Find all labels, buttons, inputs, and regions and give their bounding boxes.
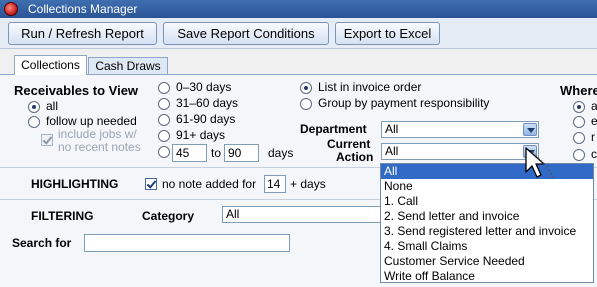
age-range-to-label: to xyxy=(211,146,222,160)
save-report-conditions-button[interactable]: Save Report Conditions xyxy=(163,22,329,45)
search-label: Search for xyxy=(12,236,72,250)
dropdown-option[interactable]: 4. Small Claims xyxy=(381,239,593,254)
current-action-label-line2: Action xyxy=(336,150,374,164)
current-action-select[interactable]: All xyxy=(381,143,539,160)
where-option-c-radio[interactable] xyxy=(573,149,585,161)
age-range-from-input[interactable]: 45 xyxy=(172,144,207,162)
current-action-value: All xyxy=(385,144,399,158)
receivables-all-label: all xyxy=(46,99,59,113)
where-option-e-label: e xyxy=(591,114,597,128)
department-select[interactable]: All xyxy=(381,121,539,138)
receivables-heading: Receivables to View xyxy=(14,83,139,98)
no-note-label: no note added for xyxy=(162,177,257,191)
include-jobs-label-line2: no recent notes xyxy=(58,140,141,154)
list-invoice-order-radio[interactable] xyxy=(300,82,312,94)
age-61-90-radio[interactable] xyxy=(158,114,170,126)
group-payment-label: Group by payment responsibility xyxy=(318,96,490,110)
where-heading: Where xyxy=(560,83,597,98)
export-to-excel-button[interactable]: Export to Excel xyxy=(335,22,440,45)
department-label: Department xyxy=(300,122,367,136)
highlighting-heading: HIGHLIGHTING xyxy=(31,177,119,191)
include-jobs-label-line1: include jobs w/ xyxy=(58,127,137,141)
age-range-radio[interactable] xyxy=(158,146,170,158)
no-note-days-label: + days xyxy=(290,177,326,191)
age-61-90-label: 61-90 days xyxy=(176,112,236,126)
where-option-c-label: c xyxy=(591,147,597,161)
where-option-a-radio[interactable] xyxy=(573,101,585,113)
window-title: Collections Manager xyxy=(28,2,138,16)
where-option-r-label: r xyxy=(591,130,595,144)
age-31-60-label: 31–60 days xyxy=(176,96,239,110)
filtering-heading: FILTERING xyxy=(31,209,94,223)
dropdown-option[interactable]: Write off Balance xyxy=(381,269,593,284)
category-select[interactable]: All xyxy=(222,206,384,223)
age-91-plus-radio[interactable] xyxy=(158,130,170,142)
age-91-plus-label: 91+ days xyxy=(176,128,226,142)
dropdown-option[interactable]: None xyxy=(381,179,593,194)
age-0-30-radio[interactable] xyxy=(158,82,170,94)
category-value: All xyxy=(226,207,240,221)
where-option-r-radio[interactable] xyxy=(573,132,585,144)
tab-strip: Collections Cash Draws xyxy=(0,50,597,76)
search-input[interactable] xyxy=(84,234,290,252)
age-range-days-label: days xyxy=(268,146,294,160)
no-note-days-input[interactable]: 14 xyxy=(264,175,286,193)
include-jobs-checkbox[interactable] xyxy=(41,134,53,146)
age-0-30-label: 0–30 days xyxy=(176,80,232,94)
chevron-down-icon[interactable] xyxy=(523,123,537,136)
category-label: Category xyxy=(142,209,195,223)
mouse-cursor-icon xyxy=(525,147,555,179)
dropdown-option[interactable]: 1. Call xyxy=(381,194,593,209)
department-value: All xyxy=(385,122,399,136)
receivables-follow-up-label: follow up needed xyxy=(46,114,137,128)
current-action-dropdown-list: All None 1. Call 2. Send letter and invo… xyxy=(380,163,594,283)
list-invoice-order-label: List in invoice order xyxy=(318,80,422,94)
where-option-e-radio[interactable] xyxy=(573,116,585,128)
run-refresh-button[interactable]: Run / Refresh Report xyxy=(8,22,157,45)
dropdown-option[interactable]: Customer Service Needed xyxy=(381,254,593,269)
where-option-a-label: a xyxy=(591,99,597,113)
tab-cash-draws[interactable]: Cash Draws xyxy=(88,57,168,75)
dropdown-option[interactable]: 2. Send letter and invoice xyxy=(381,209,593,224)
group-payment-radio[interactable] xyxy=(300,98,312,110)
receivables-follow-up-radio[interactable] xyxy=(28,116,40,128)
app-logo-icon xyxy=(4,2,18,16)
dropdown-option[interactable]: 3. Send registered letter and invoice xyxy=(381,224,593,239)
current-action-label-line1: Current xyxy=(327,137,371,151)
age-31-60-radio[interactable] xyxy=(158,98,170,110)
dropdown-option[interactable]: All xyxy=(381,164,593,179)
toolbar: Run / Refresh Report Save Report Conditi… xyxy=(0,18,597,49)
title-bar: Collections Manager xyxy=(0,0,597,18)
tab-collections[interactable]: Collections xyxy=(14,55,87,76)
receivables-all-radio[interactable] xyxy=(28,101,40,113)
age-range-to-input[interactable]: 90 xyxy=(224,144,259,162)
no-note-checkbox[interactable] xyxy=(145,178,157,190)
